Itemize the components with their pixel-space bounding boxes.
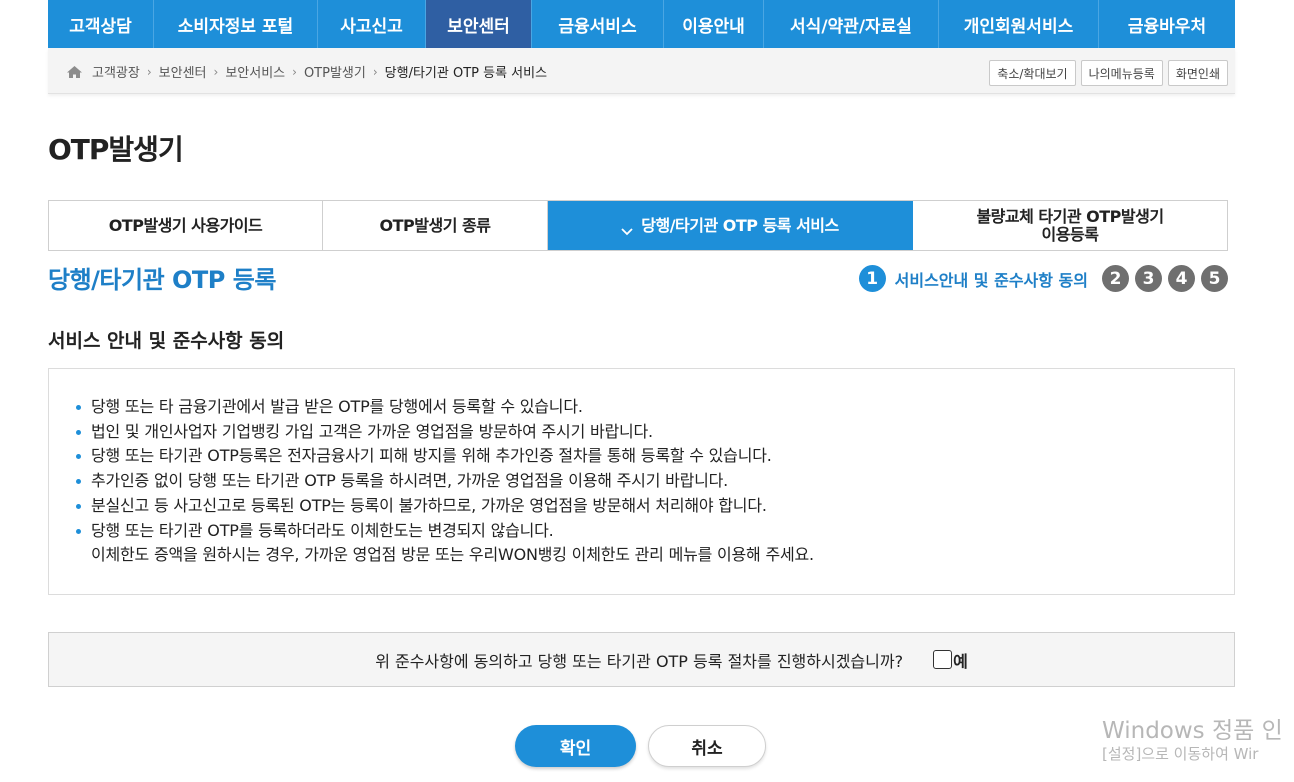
tab-label: 당행/타기관 OTP 등록 서비스 bbox=[641, 216, 839, 235]
tab-otp-guide[interactable]: OTP발생기 사용가이드 bbox=[49, 201, 323, 251]
nav-item-customer-service[interactable]: 고객상담 bbox=[48, 0, 154, 48]
page-title: OTP발생기 bbox=[48, 133, 184, 166]
tab-label: OTP발생기 사용가이드 bbox=[108, 216, 263, 235]
chevron-right-icon: › bbox=[372, 64, 378, 79]
windows-activation-watermark: Windows 정품 인 bbox=[1102, 718, 1283, 744]
tab-bar: OTP발생기 사용가이드 OTP발생기 종류 당행/타기관 OTP 등록 서비스… bbox=[48, 200, 1228, 251]
zoom-button[interactable]: 축소/확대보기 bbox=[989, 60, 1076, 86]
tab-label-line2: 이용등록 bbox=[1041, 225, 1099, 244]
breadcrumb-item[interactable]: 고객광장 bbox=[92, 62, 140, 81]
notice-text: 당행 또는 타기관 OTP등록은 전자금융사기 피해 방지를 위해 추가인증 절… bbox=[91, 446, 772, 466]
nav-item-consumer-portal[interactable]: 소비자정보 포털 bbox=[154, 0, 318, 48]
step-2: 2 bbox=[1102, 265, 1129, 292]
print-button[interactable]: 화면인쇄 bbox=[1167, 60, 1228, 86]
breadcrumb-item[interactable]: 보안센터 bbox=[159, 62, 207, 81]
confirm-button[interactable]: 확인 bbox=[515, 725, 636, 767]
add-my-menu-button[interactable]: 나의메뉴등록 bbox=[1080, 60, 1163, 86]
breadcrumb-tools: 축소/확대보기 나의메뉴등록 화면인쇄 bbox=[989, 60, 1228, 86]
list-item: 법인 및 개인사업자 기업뱅킹 가입 고객은 가까운 영업점을 방문하여 주시기… bbox=[73, 420, 814, 445]
chevron-right-icon: › bbox=[146, 64, 152, 79]
step-4: 4 bbox=[1168, 265, 1195, 292]
tab-otp-types[interactable]: OTP발생기 종류 bbox=[323, 201, 548, 251]
nav-item-usage-guide[interactable]: 이용안내 bbox=[664, 0, 764, 48]
list-item: 당행 또는 타기관 OTP를 등록하더라도 이체한도는 변경되지 않습니다. 이체… bbox=[73, 519, 814, 568]
tab-label-line1: 불량교체 타기관 OTP발생기 bbox=[976, 207, 1164, 226]
tab-label: OTP발생기 종류 bbox=[379, 216, 491, 235]
agree-checkbox-label[interactable]: 예 bbox=[953, 648, 968, 672]
step-3: 3 bbox=[1135, 265, 1162, 292]
chevron-right-icon: › bbox=[213, 64, 219, 79]
notice-list: 당행 또는 타 금융기관에서 발급 받은 OTP를 당행에서 등록할 수 있습니… bbox=[73, 395, 814, 568]
bullet-icon bbox=[76, 528, 81, 534]
step-current: 1 bbox=[858, 265, 886, 292]
breadcrumb-item[interactable]: 보안서비스 bbox=[225, 62, 285, 81]
tab-underline bbox=[48, 250, 1228, 251]
list-item: 당행 또는 타 금융기관에서 발급 받은 OTP를 당행에서 등록할 수 있습니… bbox=[73, 395, 814, 420]
list-item: 당행 또는 타기관 OTP등록은 전자금융사기 피해 방지를 위해 추가인증 절… bbox=[73, 444, 814, 469]
home-icon[interactable] bbox=[66, 65, 83, 79]
tab-defective-replacement[interactable]: 불량교체 타기관 OTP발생기 이용등록 bbox=[913, 201, 1227, 251]
list-item: 추가인증 없이 당행 또는 타기관 OTP 등록을 하시려면, 가까운 영업점을… bbox=[73, 469, 814, 494]
notice-text: 추가인증 없이 당행 또는 타기관 OTP 등록을 하시려면, 가까운 영업점을… bbox=[91, 471, 729, 491]
cancel-button[interactable]: 취소 bbox=[648, 725, 766, 767]
nav-item-personal-member[interactable]: 개인회원서비스 bbox=[939, 0, 1099, 48]
nav-item-security-center[interactable]: 보안센터 bbox=[426, 0, 532, 48]
breadcrumb: 고객광장 › 보안센터 › 보안서비스 › OTP발생기 › 당행/타기관 OT… bbox=[66, 62, 547, 81]
notice-text: 당행 또는 타 금융기관에서 발급 받은 OTP를 당행에서 등록할 수 있습니… bbox=[91, 397, 583, 416]
breadcrumb-item[interactable]: OTP발생기 bbox=[304, 62, 366, 81]
breadcrumb-bar: 고객광장 › 보안센터 › 보안서비스 › OTP발생기 › 당행/타기관 OT… bbox=[48, 48, 1235, 94]
notice-text: 당행 또는 타기관 OTP를 등록하더라도 이체한도는 변경되지 않습니다. bbox=[91, 520, 554, 540]
nav-item-financial-services[interactable]: 금융서비스 bbox=[532, 0, 664, 48]
chevron-right-icon: › bbox=[292, 64, 297, 79]
registration-title: 당행/타기관 OTP 등록 bbox=[48, 266, 276, 294]
nav-item-forms-library[interactable]: 서식/약관/자료실 bbox=[764, 0, 939, 48]
step-5: 5 bbox=[1201, 265, 1228, 292]
list-item: 분실신고 등 사고신고로 등록된 OTP는 등록이 불가하므로, 가까운 영업점… bbox=[73, 494, 814, 519]
bullet-icon bbox=[76, 405, 81, 410]
nav-item-accident-report[interactable]: 사고신고 bbox=[318, 0, 426, 48]
tab-otp-registration[interactable]: 당행/타기관 OTP 등록 서비스 bbox=[548, 201, 913, 251]
step-current-label: 서비스안내 및 준수사항 동의 bbox=[894, 270, 1088, 290]
notice-text: 분실신고 등 사고신고로 등록된 OTP는 등록이 불가하므로, 가까운 영업점… bbox=[91, 495, 767, 515]
nav-item-voucher[interactable]: 금융바우처 bbox=[1099, 0, 1235, 48]
windows-activation-hint: [설정]으로 이동하여 Wir bbox=[1102, 745, 1259, 763]
step-indicator: 1 서비스안내 및 준수사항 동의 2 3 4 5 bbox=[858, 265, 1228, 292]
section-heading: 서비스 안내 및 준수사항 동의 bbox=[48, 330, 285, 352]
bullet-icon bbox=[76, 479, 81, 485]
agreement-question: 위 준수사항에 동의하고 당행 또는 타기관 OTP 등록 절차를 진행하시겠습… bbox=[375, 651, 904, 671]
bullet-icon bbox=[76, 503, 81, 509]
breadcrumb-current: 당행/타기관 OTP 등록 서비스 bbox=[384, 66, 548, 81]
bullet-icon bbox=[76, 454, 81, 460]
chevron-down-icon bbox=[621, 222, 633, 236]
agree-checkbox[interactable] bbox=[933, 650, 953, 669]
agreement-box: 위 준수사항에 동의하고 당행 또는 타기관 OTP 등록 절차를 진행하시겠습… bbox=[48, 632, 1235, 687]
bullet-icon bbox=[76, 429, 81, 435]
notice-box: 당행 또는 타 금융기관에서 발급 받은 OTP를 당행에서 등록할 수 있습니… bbox=[48, 368, 1235, 595]
notice-text: 법인 및 개인사업자 기업뱅킹 가입 고객은 가까운 영업점을 방문하여 주시기… bbox=[91, 421, 653, 441]
main-nav: 고객상담 소비자정보 포털 사고신고 보안센터 금융서비스 이용안내 서식/약관… bbox=[48, 0, 1235, 48]
notice-continuation: 이체한도 증액을 원하시는 경우, 가까운 영업점 방문 또는 우리WON뱅킹 … bbox=[91, 545, 814, 565]
